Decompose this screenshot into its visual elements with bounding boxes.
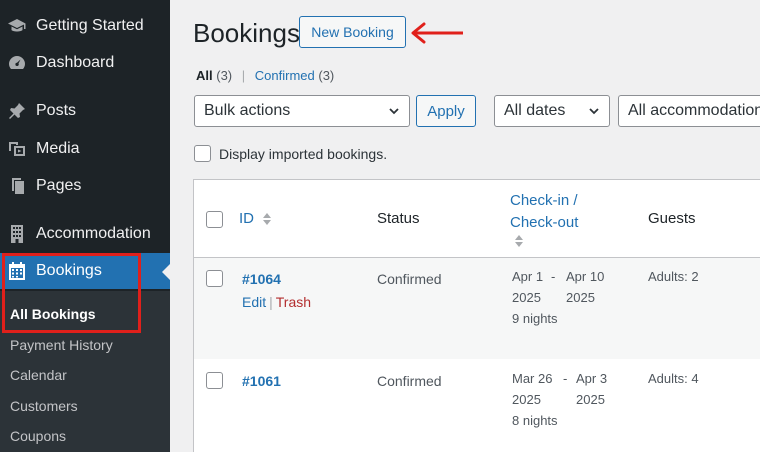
sort-icon: [263, 213, 272, 226]
submenu-payment-history[interactable]: Payment History: [10, 337, 113, 353]
submenu-coupons[interactable]: Coupons: [10, 428, 66, 444]
table-row: #1064 Edit | Trash Confirmed Apr 1 2025 9 …: [194, 258, 760, 359]
graduation-cap-icon: [6, 15, 28, 37]
new-booking-button[interactable]: New Booking: [299, 16, 406, 48]
bookings-submenu: All Bookings Payment History Calendar Cu…: [0, 291, 170, 452]
row-checkbox[interactable]: [206, 372, 223, 389]
column-guests: Guests: [648, 210, 696, 227]
checkin-day: Mar 26: [512, 371, 553, 386]
imported-label: Display imported bookings.: [219, 145, 388, 162]
chevron-down-icon: [389, 108, 399, 115]
imported-checkbox[interactable]: [194, 145, 211, 162]
bookings-table: ID Status Check-in / Check-out Guests #1…: [193, 179, 760, 452]
select-all-checkbox[interactable]: [206, 211, 223, 228]
column-checkin-line2: Check-out: [510, 214, 579, 231]
dates-value: All dates: [504, 102, 566, 119]
media-icon: [6, 138, 28, 160]
booking-id-link[interactable]: #1064: [242, 271, 281, 287]
checkout-date: Apr 10 2025: [566, 266, 604, 308]
chevron-down-icon: [589, 108, 599, 115]
checkin-year: 2025: [512, 392, 541, 407]
pin-icon: [6, 100, 28, 122]
checkin-year: 2025: [512, 290, 541, 305]
column-status: Status: [377, 210, 420, 227]
checkout-day: Apr 3: [576, 371, 608, 386]
edit-link[interactable]: Edit: [242, 294, 266, 310]
active-indicator: [162, 264, 170, 280]
booking-status: Confirmed: [377, 271, 442, 287]
row-actions: Edit | Trash: [242, 294, 312, 310]
bulk-actions-value: Bulk actions: [204, 102, 291, 119]
admin-sidebar: Getting Started Dashboard Posts Media Pa…: [0, 0, 170, 452]
nav-pages[interactable]: Pages: [0, 168, 170, 204]
checkout-day: Apr 10: [566, 269, 605, 284]
sort-icon: [515, 235, 523, 247]
nav-label: Bookings: [36, 262, 102, 279]
column-checkin-line1: Check-in /: [510, 192, 578, 209]
submenu-all-bookings[interactable]: All Bookings: [10, 306, 96, 322]
red-arrow-icon: [411, 22, 463, 44]
nav-posts[interactable]: Posts: [0, 93, 170, 129]
nights-count: 9 nights: [512, 311, 558, 326]
guests-count: Adults: 4: [648, 371, 699, 386]
submenu-calendar[interactable]: Calendar: [10, 367, 67, 383]
bulk-actions-select[interactable]: Bulk actions: [194, 95, 410, 127]
column-id-label: ID: [239, 210, 254, 227]
nav-getting-started[interactable]: Getting Started: [0, 8, 170, 44]
dashboard-gauge-icon: [6, 52, 28, 74]
column-id[interactable]: ID: [239, 210, 272, 227]
accommodation-select[interactable]: All accommodation: [618, 95, 760, 127]
booking-id-link[interactable]: #1061: [242, 373, 281, 389]
dates-select[interactable]: All dates: [494, 95, 610, 127]
imported-bookings-toggle[interactable]: Display imported bookings.: [194, 145, 387, 162]
filter-all[interactable]: All: [196, 68, 213, 83]
apply-button[interactable]: Apply: [416, 95, 476, 127]
checkout-year: 2025: [576, 392, 605, 407]
nav-label: Pages: [36, 177, 82, 194]
nav-media[interactable]: Media: [0, 131, 170, 167]
submenu-customers[interactable]: Customers: [10, 398, 78, 414]
calendar-icon: [6, 260, 28, 282]
column-checkin[interactable]: Check-in / Check-out: [510, 190, 578, 248]
pages-icon: [6, 175, 28, 197]
page-title: Bookings: [193, 18, 300, 48]
date-dash: -: [551, 269, 556, 284]
nav-label: Media: [36, 140, 80, 157]
accommodation-value: All accommodation: [628, 102, 760, 119]
nav-label: Accommodation: [36, 225, 151, 242]
checkout-date: Apr 3 2025: [576, 368, 607, 410]
building-icon: [6, 223, 28, 245]
filter-separator: |: [241, 68, 246, 83]
checkout-year: 2025: [566, 290, 595, 305]
main-content: Bookings New Booking All (3) | Confirmed…: [170, 0, 760, 452]
filter-confirmed[interactable]: Confirmed: [255, 68, 315, 83]
nights-count: 8 nights: [512, 413, 558, 428]
nav-label: Getting Started: [36, 17, 144, 34]
date-dash: -: [563, 371, 568, 386]
guests-count: Adults: 2: [648, 269, 699, 284]
row-checkbox[interactable]: [206, 270, 223, 287]
booking-status: Confirmed: [377, 373, 442, 389]
nav-dashboard[interactable]: Dashboard: [0, 45, 170, 81]
table-header: ID Status Check-in / Check-out Guests: [194, 180, 760, 258]
nav-bookings[interactable]: Bookings: [0, 253, 170, 289]
nav-label: Posts: [36, 102, 77, 119]
filter-confirmed-count: (3): [318, 68, 335, 83]
nav-label: Dashboard: [36, 54, 115, 71]
status-filter-links: All (3) | Confirmed (3): [196, 68, 334, 83]
nav-accommodation[interactable]: Accommodation: [0, 216, 170, 252]
checkin-date: Mar 26 2025 8 nights: [512, 368, 558, 431]
table-row: #1061 Confirmed Mar 26 2025 8 nights - A…: [194, 359, 760, 452]
filter-all-count: (3): [216, 68, 233, 83]
trash-link[interactable]: Trash: [276, 294, 311, 310]
